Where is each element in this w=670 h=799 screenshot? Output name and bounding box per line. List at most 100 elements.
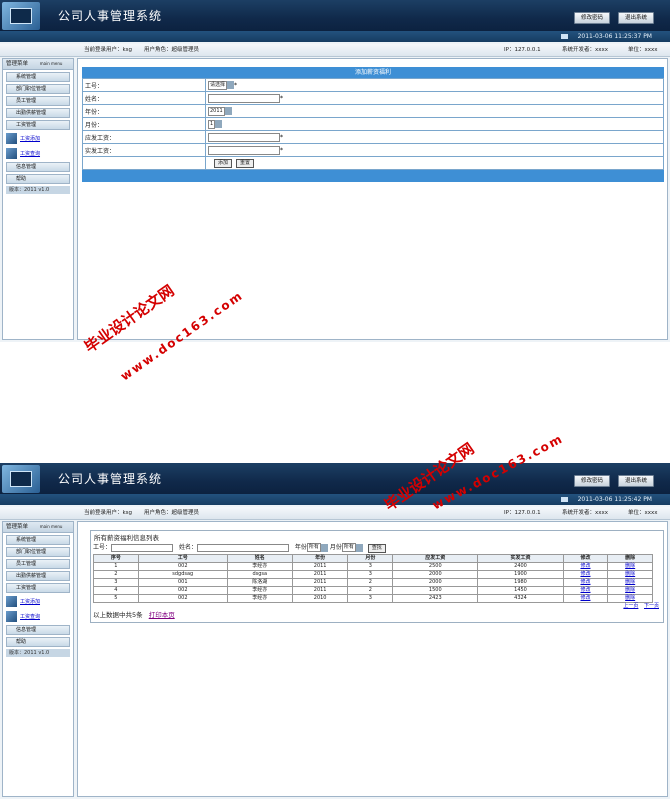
- table-cell: 2: [347, 578, 394, 587]
- year-select[interactable]: 2011: [208, 106, 225, 116]
- sidebar-item-info[interactable]: 信息管理: [6, 162, 70, 172]
- summary: 以上数据中共5条 打印本页: [93, 610, 661, 620]
- column-header: 月份: [347, 554, 394, 563]
- table-row: 4 002 李经亦 2011 2 1500 1450 修改 删除: [93, 586, 653, 595]
- version: 版本：2011 v1.0: [6, 186, 70, 194]
- table-cell: 李经亦: [226, 586, 293, 595]
- delete-link[interactable]: 删除: [607, 562, 653, 571]
- logout-button[interactable]: 退出系统: [617, 12, 654, 24]
- info-bar: 当前登录用户：ksg 用户角色：超级管理员 IP：127.0.0.1 系统开发者…: [0, 44, 670, 57]
- search-month-select[interactable]: 所有: [341, 543, 356, 552]
- net-salary-input[interactable]: [208, 145, 280, 155]
- name-input[interactable]: [208, 93, 280, 103]
- add-salary-form: 添加薪资福利 工号： 请选择 * 姓名： * 年份： 2011 月份： 1 应发工…: [82, 67, 664, 182]
- sidebar-link-salary-add[interactable]: 工资添加: [6, 133, 70, 145]
- sidebar-item-help[interactable]: 帮助: [6, 174, 70, 184]
- edit-link[interactable]: 修改: [562, 562, 609, 571]
- delete-link[interactable]: 删除: [607, 594, 653, 603]
- sidebar-item-employee[interactable]: 员工管理: [6, 96, 70, 106]
- top-banner: 公司人事管理系统 修改密码 退出系统: [0, 463, 670, 494]
- delete-link[interactable]: 删除: [607, 586, 653, 595]
- change-password-button[interactable]: 修改密码: [574, 475, 611, 487]
- chevron-down-icon[interactable]: [355, 543, 363, 552]
- label-employee-id: 工号：: [82, 78, 206, 92]
- reset-button[interactable]: 重置: [236, 158, 255, 168]
- document-icon: [6, 611, 17, 622]
- sidebar-item-info[interactable]: 信息管理: [6, 625, 70, 635]
- form-title: 添加薪资福利: [82, 67, 664, 78]
- table-cell: 2011: [291, 578, 349, 587]
- sidebar-link-salary-query[interactable]: 工资查询: [6, 611, 70, 623]
- sidebar-link-salary-add[interactable]: 工资添加: [6, 596, 70, 608]
- chevron-down-icon[interactable]: [215, 120, 223, 128]
- chevron-down-icon[interactable]: [320, 543, 328, 552]
- table-cell: 002: [137, 562, 228, 571]
- sidebar-item-salary[interactable]: 工资管理: [6, 583, 70, 593]
- next-page-link[interactable]: 下一页: [644, 603, 659, 609]
- search-employee-id-input[interactable]: [111, 543, 174, 552]
- table-cell: 2: [347, 586, 394, 595]
- info-bar: 当前登录用户：ksg 用户角色：超级管理员 IP：127.0.0.1 系统开发者…: [0, 507, 670, 520]
- column-header: 序号: [93, 554, 139, 563]
- datetime: 2011-03-06 11:25:42 PM: [577, 496, 652, 503]
- sidebar-item-system[interactable]: 系统管理: [6, 72, 70, 82]
- pager: 上一页 下一页: [93, 603, 661, 610]
- print-page-link[interactable]: 打印本页: [149, 611, 175, 619]
- employee-select[interactable]: 请选择: [208, 80, 228, 90]
- table-cell: 2010: [291, 594, 349, 603]
- app-title: 公司人事管理系统: [58, 472, 163, 486]
- sidebar-head: 管理菜单 main menu: [3, 59, 73, 70]
- chevron-down-icon[interactable]: [227, 81, 235, 89]
- sidebar-head: 管理菜单 main menu: [3, 522, 73, 533]
- table-row: 2 sdgdsag dsgsa 2011 3 2000 1900 修改 删除: [93, 570, 653, 579]
- sidebar-item-attendance[interactable]: 出勤供薪管理: [6, 571, 70, 581]
- user-role: 用户角色：超级管理员: [144, 510, 200, 516]
- table-cell: 1450: [477, 586, 564, 595]
- change-password-button[interactable]: 修改密码: [574, 12, 611, 24]
- search-button[interactable]: 查找: [367, 544, 386, 553]
- sidebar-item-department[interactable]: 部门职位管理: [6, 84, 70, 94]
- developer: 系统开发者：xxxx: [562, 47, 609, 53]
- edit-link[interactable]: 修改: [562, 594, 609, 603]
- record-count: 以上数据中共5条: [93, 611, 143, 619]
- table-cell: 1500: [392, 586, 479, 595]
- search-year-select[interactable]: 所有: [306, 543, 321, 552]
- month-select[interactable]: 1: [208, 119, 216, 129]
- table-cell: 3: [347, 570, 394, 579]
- salary-list-panel: 所有薪资福利信息列表 工号： 姓名： 年份 所有 月份 所有 查找 序号 工号 姓名 年份…: [90, 530, 664, 623]
- sidebar: 管理菜单 main menu 系统管理 部门职位管理 员工管理 出勤供薪管理 工…: [2, 58, 74, 340]
- table-row: 5 002 李经亦 2010 3 2423 4324 修改 删除: [93, 594, 653, 603]
- document-icon: [6, 133, 17, 144]
- gross-salary-input[interactable]: [208, 132, 280, 142]
- add-button[interactable]: 添加: [214, 158, 233, 168]
- table-cell: 2400: [477, 562, 564, 571]
- sidebar-item-department[interactable]: 部门职位管理: [6, 547, 70, 557]
- prev-page-link[interactable]: 上一页: [623, 603, 638, 609]
- sidebar-item-attendance[interactable]: 出勤供薪管理: [6, 108, 70, 118]
- table-cell: 1: [93, 562, 139, 571]
- table-cell: dsgsa: [226, 570, 293, 579]
- status-bar: 2011-03-06 11:25:42 PM: [0, 494, 670, 505]
- sidebar-link-salary-query[interactable]: 工资查询: [6, 148, 70, 160]
- chevron-down-icon[interactable]: [224, 107, 232, 115]
- table-row: 1 002 李经亦 2011 3 2500 2400 修改 删除: [93, 562, 653, 571]
- column-header: 修改: [562, 554, 609, 563]
- table-cell: 李经亦: [226, 594, 293, 603]
- table-cell: 2011: [291, 570, 349, 579]
- table-cell: 2011: [291, 562, 349, 571]
- search-name-input[interactable]: [196, 543, 289, 552]
- edit-link[interactable]: 修改: [562, 586, 609, 595]
- delete-link[interactable]: 删除: [607, 570, 653, 579]
- sidebar-item-system[interactable]: 系统管理: [6, 535, 70, 545]
- sidebar-item-help[interactable]: 帮助: [6, 637, 70, 647]
- computer-logo-icon: [2, 2, 40, 30]
- logout-button[interactable]: 退出系统: [617, 475, 654, 487]
- column-header: 应发工资: [392, 554, 479, 563]
- ip-address: IP：127.0.0.1: [504, 510, 541, 516]
- edit-link[interactable]: 修改: [562, 578, 609, 587]
- delete-link[interactable]: 删除: [607, 578, 653, 587]
- sidebar-item-salary[interactable]: 工资管理: [6, 120, 70, 130]
- sidebar-item-employee[interactable]: 员工管理: [6, 559, 70, 569]
- edit-link[interactable]: 修改: [562, 570, 609, 579]
- current-user: 当前登录用户：ksg: [84, 510, 133, 516]
